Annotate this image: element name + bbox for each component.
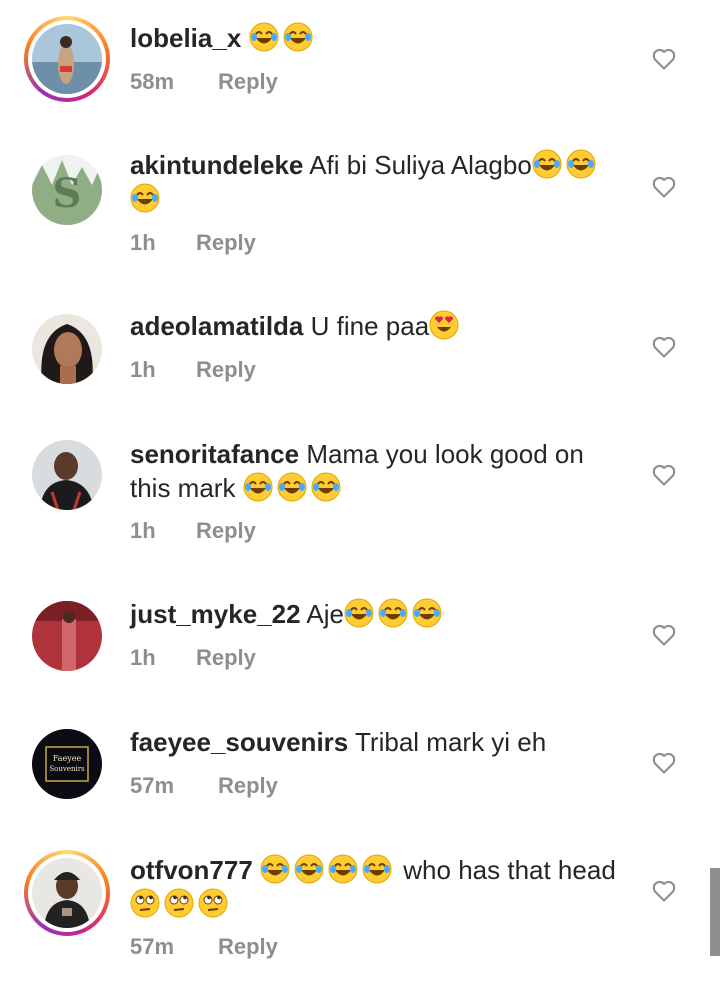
heart-outline-icon[interactable] xyxy=(650,460,678,488)
avatar-image: Faeyee Souvenirs xyxy=(32,729,102,799)
avatar[interactable]: Faeyee Souvenirs xyxy=(32,729,102,799)
username-link[interactable]: senoritafance xyxy=(130,439,299,469)
laugh-emoji-icon xyxy=(532,149,562,179)
reply-button[interactable]: Reply xyxy=(196,230,256,256)
scrollbar-thumb[interactable] xyxy=(710,868,720,956)
avatar-logo-text: Faeyee xyxy=(53,754,82,763)
avatar-image xyxy=(32,440,102,510)
comment-meta: 58m Reply xyxy=(130,69,278,95)
reply-button[interactable]: Reply xyxy=(196,357,256,383)
eye-roll-emoji-icon xyxy=(164,888,194,918)
comment-text: faeyee_souvenirs Tribal mark yi eh xyxy=(130,727,547,757)
comment-text: adeolamatilda U fine paa xyxy=(130,309,630,343)
avatar-image xyxy=(32,858,102,928)
laugh-emoji-icon xyxy=(249,22,279,52)
comment-meta: 57m Reply xyxy=(130,773,278,799)
heart-outline-icon[interactable] xyxy=(650,332,678,360)
laugh-emoji-icon xyxy=(277,472,307,502)
comment-meta: 1h Reply xyxy=(130,518,256,544)
avatar-story-ring[interactable] xyxy=(24,850,110,936)
avatar-image xyxy=(32,314,102,384)
timestamp: 57m xyxy=(130,934,175,959)
laugh-emoji-icon xyxy=(412,598,442,628)
username-link[interactable]: faeyee_souvenirs xyxy=(130,727,348,757)
svg-text:S: S xyxy=(53,170,82,217)
heart-outline-icon[interactable] xyxy=(650,172,678,200)
username-link[interactable]: lobelia_x xyxy=(130,23,241,53)
timestamp: 1h xyxy=(130,518,156,543)
comment-meta: 1h Reply xyxy=(130,230,256,256)
comment-text: otfvon777 who has that head xyxy=(130,853,630,921)
comment-text: lobelia_x xyxy=(130,21,630,55)
comment-text: akintundeleke Afi bi Suliya Alagbo xyxy=(130,148,630,216)
laugh-emoji-icon xyxy=(378,598,408,628)
heart-outline-icon[interactable] xyxy=(650,876,678,904)
laugh-emoji-icon xyxy=(344,598,374,628)
timestamp: 1h xyxy=(130,230,156,255)
reply-button[interactable]: Reply xyxy=(196,645,256,671)
timestamp: 1h xyxy=(130,357,156,382)
heart-eyes-emoji-icon xyxy=(429,310,459,340)
laugh-emoji-icon xyxy=(283,22,313,52)
avatar[interactable] xyxy=(32,440,102,510)
username-link[interactable]: otfvon777 xyxy=(130,855,253,885)
comment-meta: 1h Reply xyxy=(130,357,256,383)
laugh-emoji-icon xyxy=(328,854,358,884)
laugh-emoji-icon xyxy=(260,854,290,884)
heart-outline-icon[interactable] xyxy=(650,44,678,72)
heart-outline-icon[interactable] xyxy=(650,620,678,648)
avatar-image xyxy=(32,24,102,94)
laugh-emoji-icon xyxy=(566,149,596,179)
comment-text: just_myke_22 Aje xyxy=(130,597,630,631)
heart-outline-icon[interactable] xyxy=(650,748,678,776)
laugh-emoji-icon xyxy=(130,183,160,213)
reply-button[interactable]: Reply xyxy=(218,773,278,799)
timestamp: 58m xyxy=(130,69,175,94)
comment-text: senoritafance Mama you look good on this… xyxy=(130,439,584,503)
username-link[interactable]: adeolamatilda xyxy=(130,311,303,341)
laugh-emoji-icon xyxy=(243,472,273,502)
avatar[interactable] xyxy=(32,314,102,384)
laugh-emoji-icon xyxy=(294,854,324,884)
timestamp: 1h xyxy=(130,645,156,670)
reply-button[interactable]: Reply xyxy=(218,934,278,960)
laugh-emoji-icon xyxy=(362,854,392,884)
reply-button[interactable]: Reply xyxy=(196,518,256,544)
timestamp: 57m xyxy=(130,773,175,798)
eye-roll-emoji-icon xyxy=(130,888,160,918)
avatar[interactable] xyxy=(32,601,102,671)
laugh-emoji-icon xyxy=(311,472,341,502)
reply-button[interactable]: Reply xyxy=(218,69,278,95)
username-link[interactable]: akintundeleke xyxy=(130,150,303,180)
avatar-image: S xyxy=(32,155,102,225)
comment-meta: 1h Reply xyxy=(130,645,256,671)
username-link[interactable]: just_myke_22 xyxy=(130,599,301,629)
avatar-story-ring[interactable] xyxy=(24,16,110,102)
comment-meta: 57m Reply xyxy=(130,934,278,960)
avatar[interactable]: S xyxy=(32,155,102,225)
eye-roll-emoji-icon xyxy=(198,888,228,918)
avatar-image xyxy=(32,601,102,671)
avatar-logo-text: Souvenirs xyxy=(49,765,85,773)
